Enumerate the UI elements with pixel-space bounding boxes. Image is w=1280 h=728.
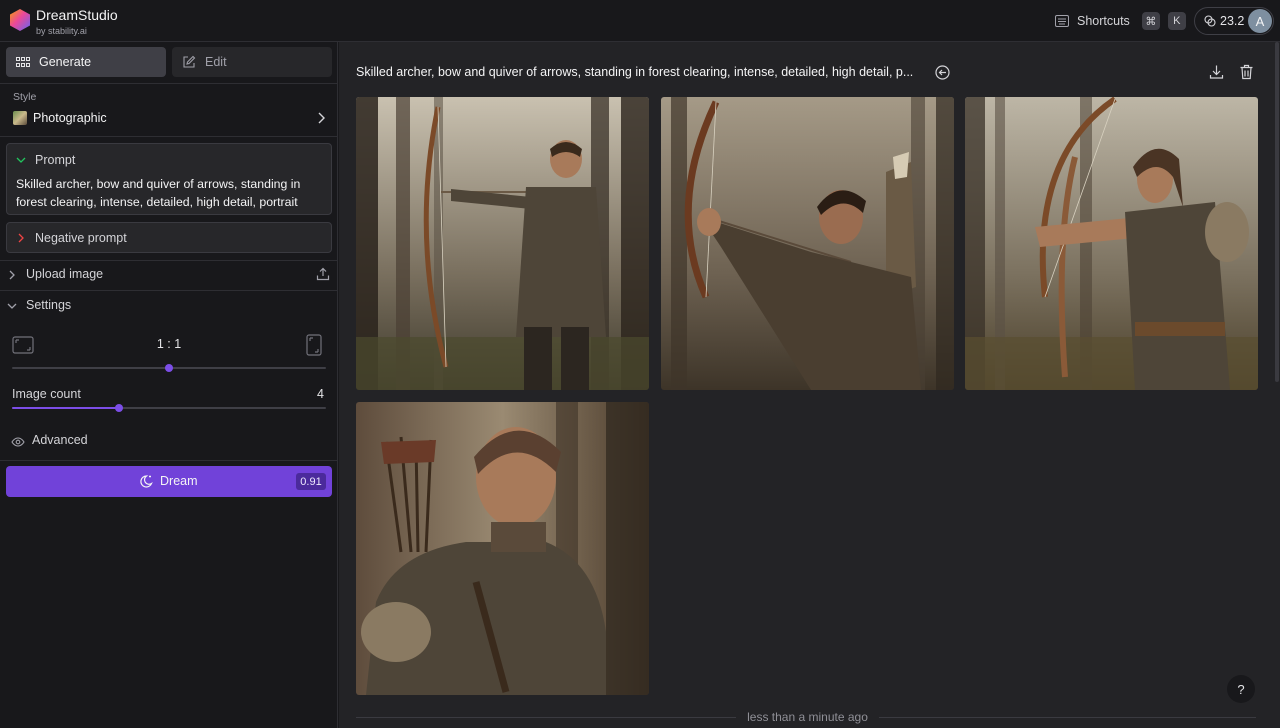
- tab-generate-label: Generate: [39, 55, 92, 69]
- reuse-prompt-icon[interactable]: [935, 65, 950, 80]
- tab-edit-label: Edit: [205, 55, 227, 69]
- style-value: Photographic: [33, 111, 107, 125]
- prompt-title: Prompt: [35, 153, 76, 167]
- shortcuts-label: Shortcuts: [1077, 14, 1130, 28]
- chevron-down-icon: [7, 303, 17, 309]
- dream-cost-badge: 0.91: [296, 473, 326, 490]
- image-count-value: 4: [317, 387, 324, 401]
- help-button[interactable]: ?: [1227, 675, 1255, 703]
- dream-button[interactable]: Dream 0.91: [6, 466, 332, 497]
- moon-icon: [140, 475, 153, 488]
- dream-label: Dream: [160, 474, 198, 488]
- sidebar: Generate Edit Style Photographic Prompt …: [0, 42, 338, 728]
- divider: [0, 460, 338, 461]
- chevron-right-icon: [9, 270, 15, 280]
- slider-thumb[interactable]: [114, 404, 123, 412]
- edit-icon: [183, 55, 196, 68]
- avatar[interactable]: A: [1248, 9, 1272, 33]
- credits-button[interactable]: 23.2 A: [1194, 7, 1274, 35]
- chevron-right-icon: [18, 233, 24, 243]
- tab-generate[interactable]: Generate: [6, 47, 166, 77]
- negative-prompt-title: Negative prompt: [35, 231, 127, 245]
- app-title[interactable]: DreamStudio: [36, 7, 118, 23]
- shortcuts-button[interactable]: Shortcuts ⌘ K: [1055, 11, 1186, 31]
- timestamp-divider: [879, 717, 1256, 718]
- generation-timestamp: less than a minute ago: [747, 710, 868, 724]
- negative-prompt-panel[interactable]: Negative prompt: [6, 222, 332, 253]
- advanced-label: Advanced: [32, 433, 88, 447]
- tab-edit[interactable]: Edit: [172, 47, 332, 77]
- divider: [0, 136, 338, 137]
- aspect-ratio-slider[interactable]: [12, 362, 326, 374]
- chevron-right-icon: [318, 112, 325, 124]
- app-subtitle: by stability.ai: [36, 26, 87, 36]
- archer-image: [965, 97, 1258, 390]
- upload-image-label: Upload image: [26, 267, 104, 281]
- settings-label: Settings: [26, 298, 72, 312]
- aspect-ratio-value: 1 : 1: [156, 337, 182, 351]
- command-key: ⌘: [1141, 12, 1160, 30]
- archer-image: [356, 402, 649, 695]
- prompt-input[interactable]: Skilled archer, bow and quiver of arrows…: [16, 175, 326, 211]
- generated-image-3[interactable]: [965, 97, 1258, 390]
- style-caption: Style: [13, 91, 37, 103]
- settings-row[interactable]: Settings: [0, 293, 338, 319]
- divider: [0, 260, 338, 261]
- style-thumbnail: [13, 111, 27, 125]
- slider-thumb[interactable]: [165, 364, 173, 372]
- generation-prompt-title: Skilled archer, bow and quiver of arrows…: [356, 65, 914, 79]
- scrollbar[interactable]: [1275, 42, 1279, 382]
- coins-icon: [1204, 15, 1216, 27]
- grid-icon: [16, 57, 30, 67]
- eye-icon: [11, 437, 25, 447]
- slider-fill: [12, 407, 119, 409]
- divider: [0, 290, 338, 291]
- credits-value: 23.2: [1220, 14, 1245, 28]
- upload-image-row[interactable]: Upload image: [0, 262, 338, 288]
- main-panel: Skilled archer, bow and quiver of arrows…: [339, 42, 1280, 728]
- image-count-label: Image count: [12, 387, 81, 401]
- generated-image-4[interactable]: [356, 402, 649, 695]
- dreamstudio-logo-icon[interactable]: [8, 8, 32, 32]
- k-key: K: [1167, 12, 1186, 30]
- image-count-slider[interactable]: [12, 402, 326, 414]
- keyboard-icon: [1055, 15, 1069, 27]
- archer-image: [356, 97, 649, 390]
- portrait-aspect-icon[interactable]: [306, 334, 322, 356]
- style-selector[interactable]: Style Photographic: [0, 84, 338, 136]
- archer-image: [661, 97, 954, 390]
- upload-icon[interactable]: [316, 267, 330, 281]
- trash-icon[interactable]: [1239, 64, 1254, 80]
- top-bar: DreamStudio by stability.ai Shortcuts ⌘ …: [0, 0, 1280, 42]
- advanced-toggle[interactable]: Advanced: [0, 430, 338, 454]
- generated-image-2[interactable]: [661, 97, 954, 390]
- chevron-down-icon[interactable]: [15, 154, 27, 166]
- generated-image-1[interactable]: [356, 97, 649, 390]
- prompt-panel[interactable]: Prompt Skilled archer, bow and quiver of…: [6, 143, 332, 215]
- download-icon[interactable]: [1209, 64, 1224, 80]
- timestamp-divider: [356, 717, 736, 718]
